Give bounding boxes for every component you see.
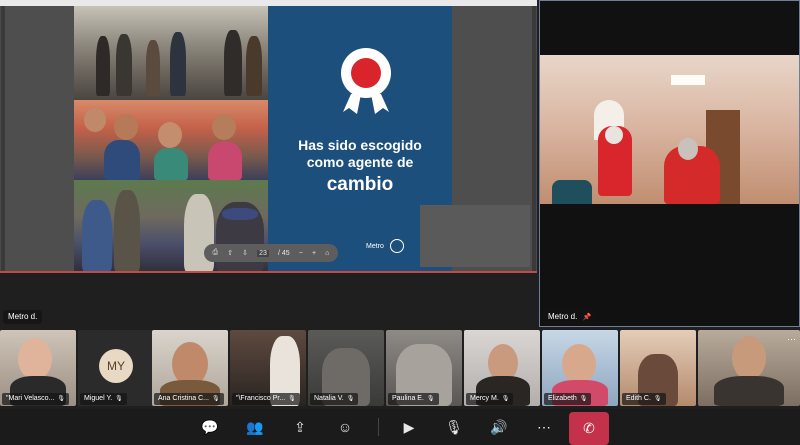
slide-headline: Has sido escogido como agente de (268, 137, 452, 171)
participant-tile[interactable]: "Mari Velasco... 🎙 (0, 330, 76, 406)
participant-name: Paulina E. 🎙 (388, 393, 439, 405)
participant-name: "\Francisco Pr... 🎙 (232, 393, 300, 405)
seal-icon (389, 239, 404, 253)
participant-tile[interactable]: Mercy M. 🎙 (464, 330, 540, 406)
participant-name: Miguel Y. 🎙 (80, 393, 127, 405)
participant-tile[interactable]: Ana Cristina C... 🎙 (152, 330, 228, 406)
camera-button[interactable]: ▶ (395, 414, 423, 440)
participant-tile[interactable]: MY Miguel Y. 🎙 (78, 330, 154, 406)
share-screen-button[interactable]: ⇪ (286, 414, 314, 440)
speaker-button[interactable]: 🔊 (485, 414, 513, 440)
award-ribbon-icon (343, 94, 389, 114)
metro-logo-text: Metro (366, 242, 384, 250)
participant-name: "Mari Velasco... 🎙 (2, 393, 70, 405)
slide-headline-emphasis: cambio (326, 174, 394, 195)
award-badge-center (351, 58, 381, 88)
reactions-button[interactable]: ☺ (331, 414, 359, 440)
slide-headline-line2: como agente de (306, 154, 414, 170)
pin-icon: 📌 (582, 314, 592, 321)
mic-off-icon: 🎙 (57, 396, 66, 402)
mic-off-icon: 🎙 (288, 396, 296, 402)
participant-name: Mercy M. 🎙 (466, 393, 514, 405)
mic-off-icon: 🎙 (501, 396, 510, 402)
mic-off-icon: 🎙 (211, 396, 220, 402)
page-number-field[interactable]: 23 (257, 249, 269, 257)
participant-name: Natalia V. 🎙 (310, 393, 359, 405)
print-icon[interactable]: ⎙ (213, 249, 219, 257)
people-button[interactable]: 👥 (241, 414, 269, 440)
zoom-in-icon[interactable]: + (312, 250, 316, 257)
participant-tile[interactable]: Paulina E. 🎙 (386, 330, 462, 406)
slide-logos: Metro (366, 239, 420, 257)
participant-tile[interactable]: Elizabeth 🎙 (542, 330, 618, 406)
mic-off-icon: 🎙 (579, 396, 588, 402)
slide-headline-line1: Has sido escogido (298, 137, 422, 153)
overlay-thumbnail (420, 205, 530, 267)
mic-off-icon: 🎙 (426, 396, 435, 402)
page-down-icon[interactable]: ⇩ (242, 249, 248, 257)
participant-name: Elizabeth 🎙 (544, 393, 592, 405)
microphone-button[interactable]: 🎙 (440, 414, 468, 440)
participant-tile[interactable]: Natalia V. 🎙 (308, 330, 384, 406)
participant-name: Edith C. 🎙 (622, 393, 666, 405)
participant-tile[interactable]: Edith C. 🎙 (620, 330, 696, 406)
slide-photo-collage (74, 6, 268, 272)
more-options-icon[interactable]: ⋯ (787, 334, 796, 345)
mic-off-icon: 🎙 (346, 396, 355, 402)
ceiling-light (671, 75, 705, 85)
pinned-name-tag: Metro d. 📌 (543, 310, 597, 324)
zoom-out-icon[interactable]: − (299, 250, 303, 257)
pdf-toolbar[interactable]: ⎙ ⇧ ⇩ 23 / 45 − + ⌂ (204, 244, 338, 262)
pinned-name-label: Metro d. (548, 312, 578, 321)
control-separator (378, 418, 379, 436)
mic-off-icon: 🎙 (653, 396, 662, 402)
speaker-person-left-head (605, 126, 623, 144)
children-photo (74, 100, 268, 180)
stage-bottom-border (0, 271, 537, 273)
leave-call-button[interactable]: ✆ (569, 412, 609, 445)
chair (552, 180, 592, 204)
participant-tile[interactable]: "\Francisco Pr... 🎙 (230, 330, 306, 406)
page-up-icon[interactable]: ⇧ (227, 249, 233, 257)
participant-tile[interactable]: ⋯ (698, 330, 800, 406)
chat-button[interactable]: 💬 (196, 414, 224, 440)
stage-name-tag: Metro d. (3, 310, 43, 324)
page-total: / 45 (278, 249, 290, 257)
speaker-person-right-head (678, 138, 698, 160)
participant-name: Ana Cristina C... 🎙 (154, 393, 224, 405)
street-crowd-photo (74, 6, 268, 100)
avatar: MY (99, 349, 133, 383)
mic-off-icon: 🎙 (115, 396, 123, 402)
more-actions-button[interactable]: ⋯ (530, 414, 558, 440)
home-icon[interactable]: ⌂ (325, 250, 329, 257)
